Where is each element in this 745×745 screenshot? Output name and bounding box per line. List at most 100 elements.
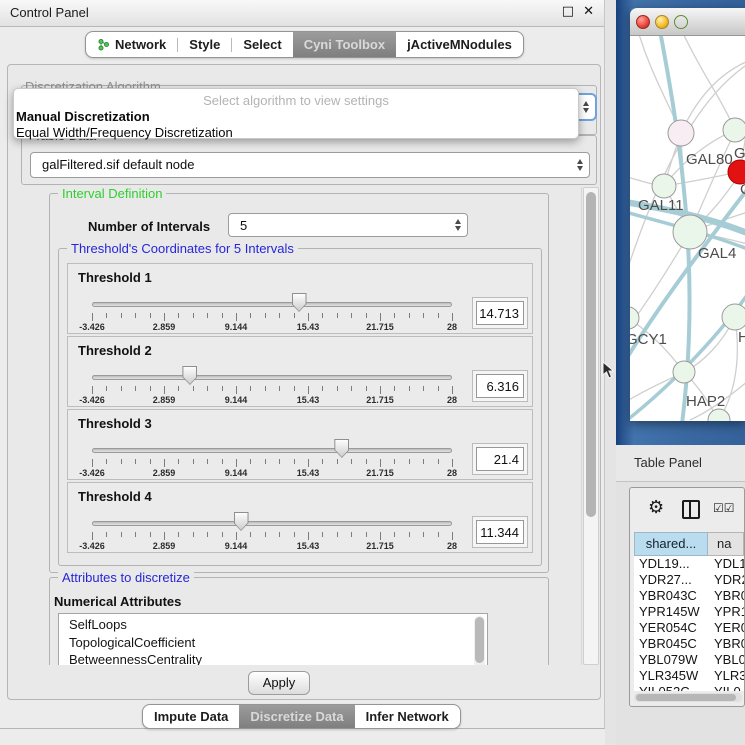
table-cell-name[interactable]: YER0 <box>708 620 744 636</box>
dropdown-option-manual-discretization[interactable]: Manual Discretization <box>14 109 578 125</box>
show-columns-icon[interactable] <box>682 500 700 519</box>
attributes-list-scrollbar[interactable] <box>474 616 485 665</box>
tab-jactivemnodules[interactable]: jActiveMNodules <box>396 32 523 57</box>
table-cell-name[interactable]: YDR2 <box>708 572 744 588</box>
network-node-label: HAP2 <box>686 393 725 410</box>
table-cell-name[interactable]: YDL1 <box>708 556 744 572</box>
attribute-list-item[interactable]: SelfLoops <box>59 616 487 634</box>
network-node-label: GCY1 <box>630 331 667 348</box>
table-data-combobox[interactable]: galFiltered.sif default node <box>30 152 590 178</box>
table-cell-shared-name[interactable]: YBR045C <box>634 636 708 652</box>
network-node[interactable] <box>708 409 730 421</box>
table-cell-shared-name[interactable]: YBR043C <box>634 588 708 604</box>
bottom-tab-infer-network[interactable]: Infer Network <box>355 705 460 728</box>
threshold-value-input[interactable] <box>476 447 524 471</box>
float-window-icon[interactable]: □ <box>562 4 574 19</box>
settings-vertical-scrollbar[interactable] <box>583 187 599 665</box>
threshold-slider-thumb[interactable] <box>292 293 307 312</box>
tab-cyni-toolbox[interactable]: Cyni Toolbox <box>293 32 396 57</box>
control-panel-window: Control Panel □ ✕ NetworkStyleSelectCyni… <box>0 0 605 729</box>
tab-style[interactable]: Style <box>178 32 231 57</box>
tab-label: Style <box>189 37 220 52</box>
table-cell-shared-name[interactable]: YLR345W <box>634 668 708 684</box>
tab-network[interactable]: Network <box>86 32 177 57</box>
right-region: GAL80GACGAL11GAL4GCY1HHAP2 Table Panel ⚙… <box>616 0 745 745</box>
apply-button[interactable]: Apply <box>248 671 310 695</box>
attribute-list-item[interactable]: TopologicalCoefficient <box>59 634 487 652</box>
number-of-intervals-value: 5 <box>240 218 247 233</box>
table-row[interactable]: YER054CYER0 <box>634 620 744 636</box>
network-node[interactable] <box>722 304 745 330</box>
table-row[interactable]: YDL19...YDL1 <box>634 556 744 572</box>
threshold-slider-track[interactable] <box>92 448 452 453</box>
table-row[interactable]: YPR145WYPR1 <box>634 604 744 620</box>
network-node[interactable] <box>673 361 695 383</box>
threshold-slider-track[interactable] <box>92 521 452 526</box>
table-cell-name[interactable]: YLR3 <box>708 668 744 684</box>
network-node[interactable] <box>723 118 745 142</box>
column-header-name[interactable]: na <box>708 532 744 556</box>
tick-mark <box>294 313 295 318</box>
table-row[interactable]: YBR045CYBR0 <box>634 636 744 652</box>
threshold-value-input[interactable] <box>476 301 524 325</box>
zoom-traffic-light-icon[interactable] <box>674 15 688 29</box>
network-node[interactable] <box>673 215 707 249</box>
table-row[interactable]: YLR345WYLR3 <box>634 668 744 684</box>
table-cell-shared-name[interactable]: YDL19... <box>634 556 708 572</box>
table-row[interactable]: YBR043CYBR0 <box>634 588 744 604</box>
gear-icon[interactable]: ⚙ <box>648 497 664 519</box>
close-traffic-light-icon[interactable] <box>636 15 650 29</box>
column-header-shared-name[interactable]: shared... <box>634 532 708 556</box>
tick-mark <box>164 459 165 467</box>
tick-label: -3.426 <box>79 468 105 478</box>
threshold-slider-thumb[interactable] <box>182 366 197 385</box>
select-columns-checkboxes-icon[interactable]: ☑☑ <box>713 501 735 515</box>
table-horizontal-scrollbar-thumb[interactable] <box>636 694 736 701</box>
table-row[interactable]: YBL079WYBL0 <box>634 652 744 668</box>
table-cell-shared-name[interactable]: YDR27... <box>634 572 708 588</box>
table-cell-shared-name[interactable]: YIL052C <box>634 684 708 691</box>
table-cell-shared-name[interactable]: YPR145W <box>634 604 708 620</box>
threshold-value-input[interactable] <box>476 374 524 398</box>
table-cell-name[interactable]: YBR0 <box>708 588 744 604</box>
table-row[interactable]: YIL052CYIL0 <box>634 684 744 691</box>
number-of-intervals-combobox[interactable]: 5 <box>228 213 468 237</box>
threshold-slider-thumb[interactable] <box>334 439 349 458</box>
tab-select[interactable]: Select <box>232 32 292 57</box>
attributes-list-scrollbar-thumb[interactable] <box>475 617 484 663</box>
bottom-tab-discretize-data[interactable]: Discretize Data <box>239 705 354 728</box>
table-cell-name[interactable]: YBR0 <box>708 636 744 652</box>
bottom-tab-impute-data[interactable]: Impute Data <box>143 705 239 728</box>
table-row[interactable]: YDR27...YDR2 <box>634 572 744 588</box>
tick-label: 9.144 <box>225 395 248 405</box>
network-node[interactable] <box>630 307 639 329</box>
table-horizontal-scrollbar[interactable] <box>634 693 742 702</box>
table-cell-name[interactable]: YPR1 <box>708 604 744 620</box>
close-window-icon[interactable]: ✕ <box>583 4 594 19</box>
discretization-algorithm-title-clipped: Discretization Algorithm <box>25 80 161 88</box>
threshold-value-input[interactable] <box>476 520 524 544</box>
table-cell-name[interactable]: YIL0 <box>708 684 744 691</box>
attribute-list-item[interactable]: BetweennessCentrality <box>59 651 487 665</box>
threshold-slider-track[interactable] <box>92 302 452 307</box>
network-canvas[interactable]: GAL80GACGAL11GAL4GCY1HHAP2 <box>630 36 745 421</box>
network-desktop-background: GAL80GACGAL11GAL4GCY1HHAP2 <box>616 0 745 445</box>
mouse-cursor <box>602 361 615 385</box>
threshold-label: Threshold 2 <box>78 343 152 358</box>
numerical-attributes-list[interactable]: SelfLoopsTopologicalCoefficientBetweenne… <box>58 613 488 665</box>
threshold-slider-track[interactable] <box>92 375 452 380</box>
table-cell-shared-name[interactable]: YER054C <box>634 620 708 636</box>
table-cell-shared-name[interactable]: YBL079W <box>634 652 708 668</box>
dropdown-option-equal-width-frequency[interactable]: Equal Width/Frequency Discretization <box>14 125 578 141</box>
threshold-slider-thumb[interactable] <box>234 512 249 531</box>
network-node[interactable] <box>668 120 694 146</box>
table-cell-name[interactable]: YBL0 <box>708 652 744 668</box>
tick-mark <box>222 386 223 391</box>
tick-label: 28 <box>447 468 457 478</box>
tick-label: 15.43 <box>297 541 320 551</box>
threshold-panel: Threshold 1-3.4262.8599.14415.4321.71528 <box>67 263 533 334</box>
minimize-traffic-light-icon[interactable] <box>655 15 669 29</box>
tick-mark <box>135 532 136 537</box>
settings-scrollbar-thumb[interactable] <box>586 192 596 517</box>
network-node[interactable] <box>652 174 676 198</box>
